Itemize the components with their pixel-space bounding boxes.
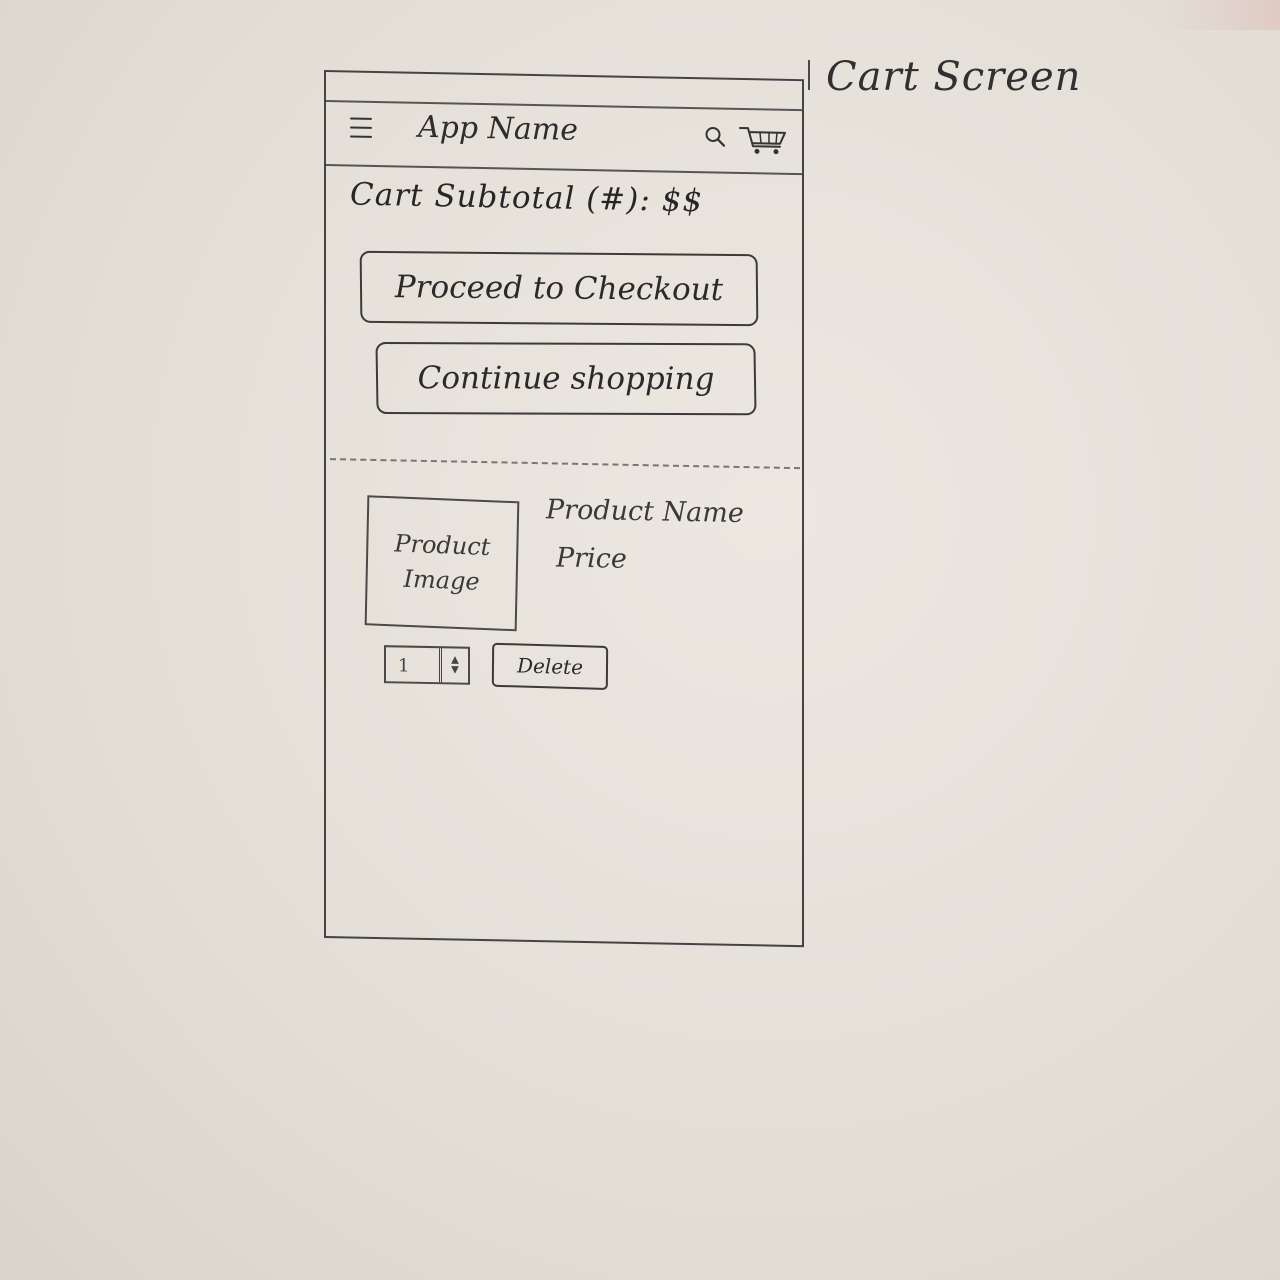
quantity-value[interactable]: 1 — [386, 647, 439, 682]
app-header: App Name — [326, 102, 802, 176]
phone-frame: App Name Cart Subtotal (#): $$ Proceed t… — [324, 70, 804, 948]
paper-stain — [1160, 0, 1280, 30]
product-name[interactable]: Product Name — [546, 494, 744, 529]
delete-button[interactable]: Delete — [491, 642, 609, 690]
search-icon[interactable] — [704, 125, 726, 147]
sketch-title: Cart Screen — [826, 54, 1082, 100]
product-price: Price — [556, 542, 627, 575]
cart-icon[interactable] — [738, 122, 788, 157]
continue-shopping-button[interactable]: Continue shopping — [375, 341, 757, 416]
quantity-arrows[interactable]: ▲ ▼ — [439, 648, 468, 683]
proceed-to-checkout-button[interactable]: Proceed to Checkout — [359, 250, 759, 327]
quantity-stepper[interactable]: 1 ▲ ▼ — [384, 645, 470, 685]
hamburger-menu-icon[interactable] — [350, 117, 372, 138]
chevron-down-icon[interactable]: ▼ — [451, 664, 459, 675]
section-divider — [330, 458, 800, 470]
app-name: App Name — [418, 109, 578, 148]
product-image[interactable]: Product Image — [364, 495, 520, 632]
title-bracket — [808, 60, 818, 90]
cart-subtotal: Cart Subtotal (#): $$ — [350, 176, 704, 220]
product-image-placeholder: Product Image — [394, 529, 491, 596]
